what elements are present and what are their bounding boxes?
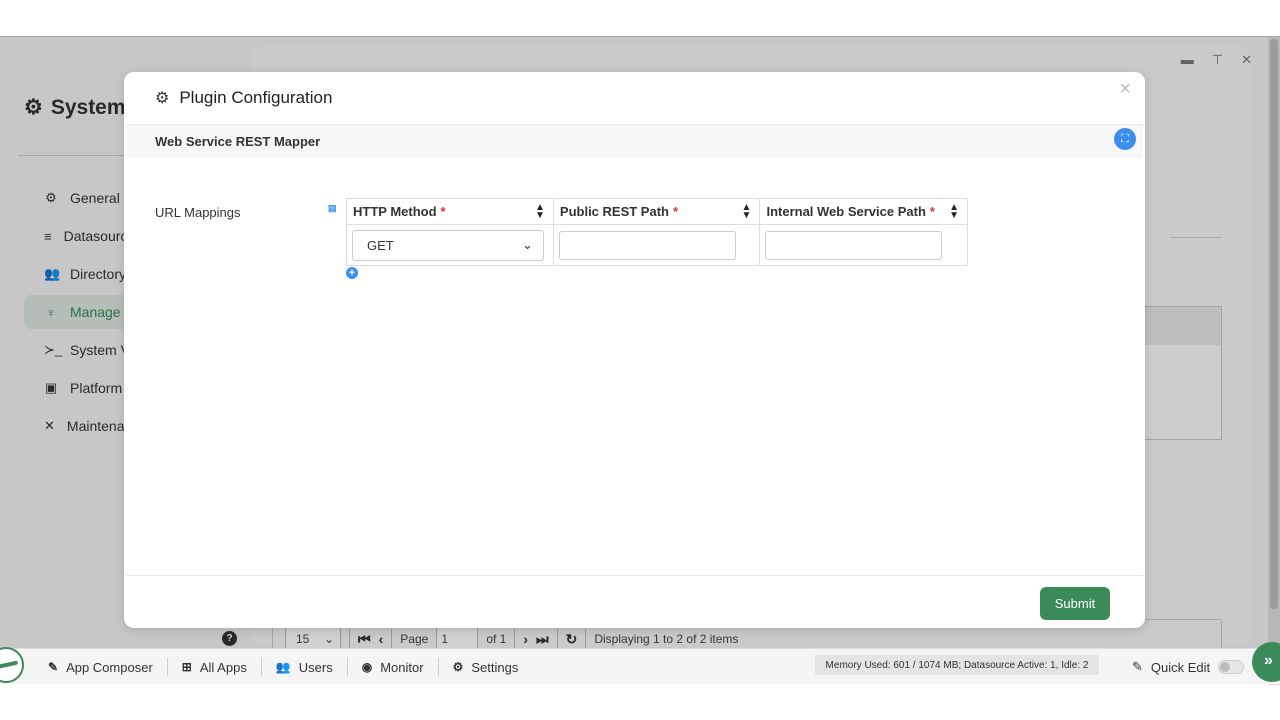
edit-icon: ✎ (48, 660, 59, 674)
column-header-public-rest-path[interactable]: Public REST Path * ▲ ▼ (552, 198, 761, 225)
table-row: GET ⌄ (346, 224, 968, 266)
fullscreen-icon[interactable]: ⛶ (1114, 128, 1136, 150)
dialog-title: Plugin Configuration (179, 88, 333, 107)
toggle-switch[interactable] (1218, 660, 1245, 674)
column-header-internal-path[interactable]: Internal Web Service Path * ▲ ▼ (759, 198, 968, 225)
taskbar-monitor[interactable]: ◉ Monitor (348, 658, 439, 676)
close-icon[interactable]: × (1119, 78, 1131, 101)
column-header-http-method[interactable]: HTTP Method * ▲ ▼ (346, 198, 554, 225)
taskbar-all-apps[interactable]: ⊞ All Apps (168, 658, 262, 676)
sort-icon[interactable]: ▲ ▼ (949, 203, 959, 221)
url-mappings-label: URL Mappings (155, 205, 241, 220)
chevron-down-icon: ⌄ (522, 237, 533, 252)
add-row-icon[interactable]: + (346, 267, 358, 279)
settings-icon: ⚙ (452, 660, 464, 674)
internal-path-input[interactable] (765, 230, 943, 260)
sort-icon[interactable]: ▲ ▼ (535, 203, 545, 221)
users-icon: 👥 (275, 660, 291, 674)
dialog-subtitle: Web Service REST Mapper (126, 124, 1143, 158)
taskbar-settings[interactable]: ⚙ Settings (439, 658, 533, 676)
bottom-taskbar: ✎ App Composer ⊞ All Apps 👥 Users ◉ Monitor … (0, 647, 1280, 685)
logo[interactable] (0, 647, 24, 683)
quick-edit-toggle[interactable]: ✎ Quick Edit (1132, 649, 1245, 685)
gear-icon: ⚙ (155, 90, 170, 107)
taskbar-app-composer[interactable]: ✎ App Composer (48, 658, 168, 676)
grid-icon: ⊞ (181, 660, 192, 674)
divider (126, 575, 1143, 576)
csv-import-icon[interactable]: ▤ (328, 203, 337, 214)
public-rest-path-input[interactable] (558, 230, 736, 260)
sort-icon[interactable]: ▲ ▼ (742, 203, 752, 221)
taskbar-users[interactable]: 👥 Users (262, 658, 348, 676)
url-mappings-grid: HTTP Method * ▲ ▼ Public REST Path * ▲ ▼ Inter… (346, 198, 968, 266)
http-method-select[interactable]: GET ⌄ (352, 229, 544, 261)
monitor-icon: ◉ (361, 660, 373, 674)
brush-icon: ✎ (1132, 659, 1143, 674)
submit-button[interactable]: Submit (1040, 587, 1110, 620)
taskbar-menu: ✎ App Composer ⊞ All Apps 👥 Users ◉ Monitor … (48, 649, 532, 685)
plugin-configuration-dialog: ⚙ Plugin Configuration × Web Service RES… (124, 72, 1145, 628)
memory-status: Memory Used: 601 / 1074 MB; Datasource A… (815, 655, 1099, 675)
dialog-header: ⚙ Plugin Configuration (124, 72, 1145, 124)
